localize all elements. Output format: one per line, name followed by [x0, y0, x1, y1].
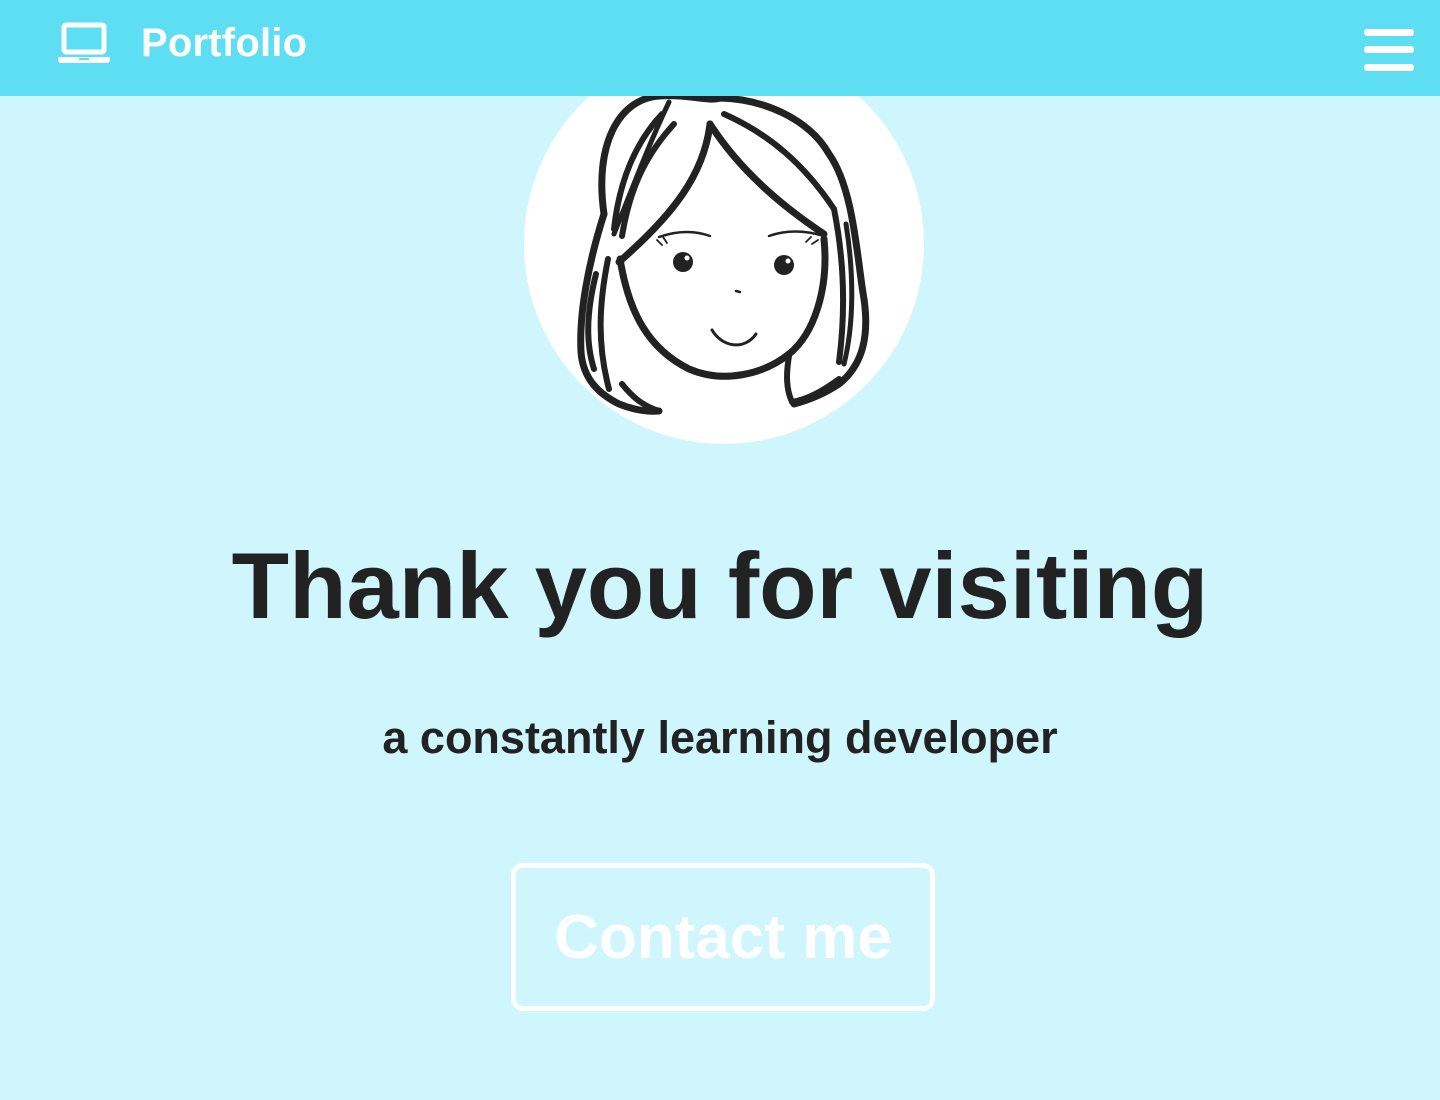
brand-link[interactable]: Portfolio — [57, 20, 307, 66]
avatar-illustration — [524, 44, 924, 444]
page-title: Thank you for visiting — [231, 533, 1209, 638]
hamburger-menu-icon — [1364, 29, 1414, 71]
menu-button[interactable] — [1360, 24, 1418, 76]
laptop-icon — [58, 22, 110, 63]
contact-me-button[interactable]: Contact me — [511, 863, 935, 1011]
navbar: Portfolio — [0, 0, 1440, 96]
brand-title: Portfolio — [141, 21, 308, 65]
page-subtitle: a constantly learning developer — [382, 712, 1058, 763]
girl-portrait-icon — [577, 92, 870, 415]
